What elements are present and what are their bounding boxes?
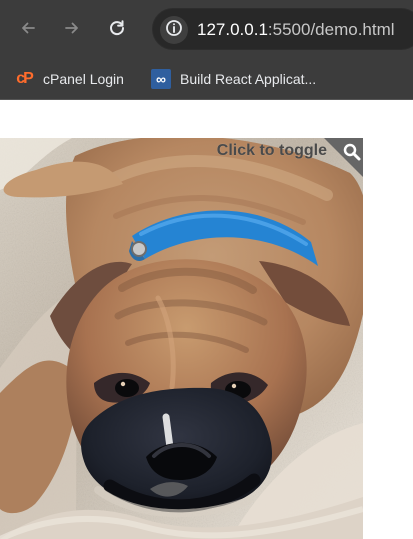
forward-arrow-icon: [63, 19, 81, 37]
cpanel-icon: cP: [16, 70, 34, 87]
click-to-toggle-label: Click to toggle: [216, 142, 327, 159]
bookmark-label: cPanel Login: [43, 71, 124, 87]
search-icon[interactable]: [324, 138, 363, 177]
bookmark-label: Build React Applicat...: [180, 71, 317, 87]
boxer-puppy-image: [0, 138, 363, 539]
browser-chrome: 127.0.0.1:5500/demo.html cP cPanel Login…: [0, 0, 413, 100]
forward-button[interactable]: [58, 14, 86, 42]
dog-image-toggle[interactable]: Click to toggle: [0, 138, 363, 539]
site-info-icon: [165, 19, 183, 42]
page-content: Click to toggle: [0, 100, 413, 539]
url-host: 127.0.0.1: [197, 20, 268, 39]
react-app-icon: ∞: [151, 69, 171, 89]
bookmark-cpanel-login[interactable]: cP cPanel Login: [14, 67, 124, 91]
back-button[interactable]: [14, 14, 42, 42]
bookmark-build-react-application[interactable]: ∞ Build React Applicat...: [151, 67, 316, 91]
reload-icon: [107, 18, 127, 38]
reload-button[interactable]: [103, 14, 131, 42]
site-info-button[interactable]: [160, 16, 188, 44]
browser-toolbar: 127.0.0.1:5500/demo.html: [0, 0, 413, 58]
bookmarks-bar: cP cPanel Login ∞ Build React Applicat..…: [0, 58, 413, 100]
url-port-path: :5500/demo.html: [267, 20, 395, 39]
back-arrow-icon: [19, 19, 37, 37]
url-text[interactable]: 127.0.0.1:5500/demo.html: [197, 20, 395, 40]
address-bar[interactable]: 127.0.0.1:5500/demo.html: [152, 8, 413, 50]
